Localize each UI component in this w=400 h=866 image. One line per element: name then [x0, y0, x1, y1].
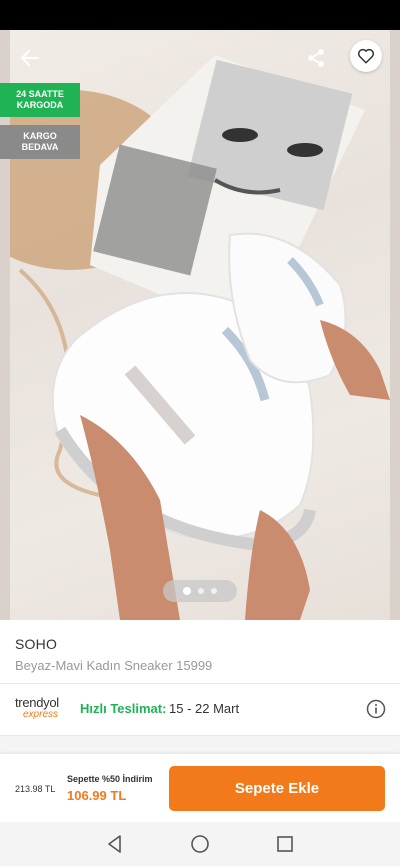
nav-home-icon[interactable]	[189, 833, 211, 855]
heart-icon	[357, 48, 375, 64]
product-photo	[0, 55, 390, 620]
back-button[interactable]	[16, 44, 44, 72]
promo-text: Sepette %50 İndirim	[67, 774, 153, 784]
purchase-bar: 213.98 TL Sepette %50 İndirim 106.99 TL …	[0, 754, 400, 822]
new-price: 106.99 TL	[67, 788, 127, 803]
delivery-info: trendyol express Hızlı Teslimat: 15 - 22…	[0, 684, 400, 734]
image-edge-left	[0, 30, 10, 620]
back-arrow-icon	[20, 49, 40, 67]
fast-delivery-label: Hızlı Teslimat:	[80, 701, 167, 716]
trendyol-express-logo: trendyol express	[15, 696, 75, 720]
system-nav-bar	[0, 822, 400, 866]
gallery-dot[interactable]	[211, 588, 217, 594]
product-brand[interactable]: SOHO	[15, 636, 57, 652]
nav-recents-icon[interactable]	[274, 833, 296, 855]
favorite-button[interactable]	[350, 40, 382, 72]
logo-main-text: trendyol	[15, 695, 59, 710]
fast-cargo-badge: 24 SAATTE KARGODA	[0, 83, 80, 117]
share-icon	[308, 49, 324, 67]
share-button[interactable]	[302, 44, 330, 72]
product-subtitle: Beyaz-Mavi Kadın Sneaker 15999	[15, 658, 213, 673]
status-bar	[0, 0, 400, 30]
product-image[interactable]: 24 SAATTE KARGODA KARGO BEDAVA	[0, 30, 400, 620]
logo-sub-text: express	[23, 709, 59, 720]
delivery-date: 15 - 22 Mart	[169, 701, 240, 716]
free-cargo-badge: KARGO BEDAVA	[0, 125, 80, 159]
add-to-cart-button[interactable]: Sepete Ekle	[169, 766, 385, 811]
image-edge-right	[390, 30, 400, 620]
section-gap	[0, 736, 400, 754]
nav-back-icon[interactable]	[104, 833, 126, 855]
gallery-pagination[interactable]	[163, 580, 237, 602]
gallery-dot[interactable]	[198, 588, 204, 594]
info-icon[interactable]	[366, 699, 386, 719]
gallery-dot[interactable]	[183, 587, 191, 595]
old-price: 213.98 TL	[15, 784, 56, 794]
